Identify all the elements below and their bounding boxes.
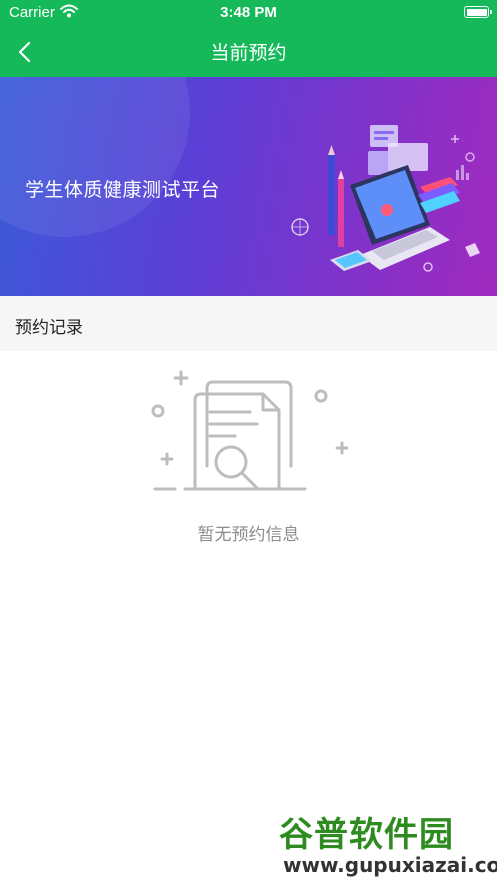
navigation-bar: 当前预约 (0, 26, 497, 77)
page-title: 当前预约 (210, 42, 287, 64)
records-section-header: 预约记录 (0, 296, 497, 351)
section-label: 预约记录 (15, 318, 83, 338)
banner-title: 学生体质健康测试平台 (25, 179, 221, 201)
watermark-url: www.gupuxiazai.com (283, 853, 497, 877)
laptop-illustration-icon (291, 125, 480, 272)
top-bar: Carrier 3:48 PM 当前预约 (0, 0, 497, 77)
empty-state-message: 暂无预约信息 (197, 525, 300, 545)
platform-banner[interactable]: 学生体质健康测试平台 (0, 77, 497, 296)
watermark-overlay: 谷普软件园 www.gupuxiazai.com (271, 803, 497, 883)
document-search-icon (145, 366, 355, 510)
status-time: 3:48 PM (220, 4, 277, 21)
battery-icon (464, 6, 492, 18)
watermark-title: 谷普软件园 (279, 815, 454, 855)
status-bar: Carrier 3:48 PM (0, 0, 497, 26)
